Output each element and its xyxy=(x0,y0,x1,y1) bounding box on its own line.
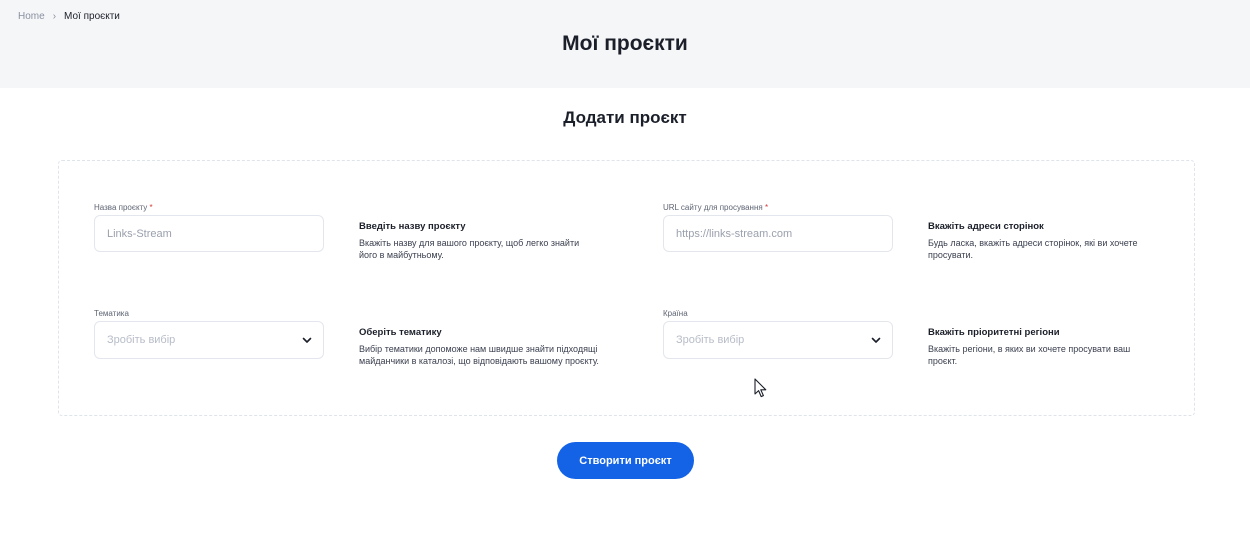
project-name-input[interactable] xyxy=(94,215,324,252)
mouse-cursor-icon xyxy=(754,378,767,398)
topic-select[interactable]: Зробіть вибір xyxy=(94,321,324,359)
page-title: Мої проєкти xyxy=(562,32,688,55)
url-label-text: URL сайту для просування xyxy=(663,203,763,212)
topic-label: Тематика xyxy=(94,309,129,318)
chevron-down-icon xyxy=(302,337,312,343)
project-name-label-text: Назва проєкту xyxy=(94,203,148,212)
project-name-hint-title: Введіть назву проєкту xyxy=(359,221,466,232)
project-name-hint-text: Вкажіть назву для вашого проєкту, щоб ле… xyxy=(359,238,580,260)
country-select[interactable]: Зробіть вибір xyxy=(663,321,893,359)
url-hint-title: Вкажіть адреси сторінок xyxy=(928,221,1044,232)
breadcrumb-home-link[interactable]: Home xyxy=(18,11,45,22)
section-title: Додати проєкт xyxy=(563,108,687,127)
required-mark: * xyxy=(764,203,769,212)
create-project-button[interactable]: Створити проєкт xyxy=(557,442,694,479)
topic-hint-title: Оберіть тематику xyxy=(359,327,442,338)
url-hint-text: Будь ласка, вкажіть адреси сторінок, які… xyxy=(928,238,1138,260)
project-name-label: Назва проєкту * xyxy=(94,203,153,212)
required-mark: * xyxy=(149,203,153,212)
breadcrumb: Home › Мої проєкти xyxy=(18,11,120,22)
chevron-right-icon: › xyxy=(52,11,57,22)
chevron-down-icon xyxy=(871,337,881,343)
page: Home › Мої проєкти Мої проєкти Додати пр… xyxy=(0,0,1250,547)
country-select-value: Зробіть вибір xyxy=(676,334,745,346)
breadcrumb-current: Мої проєкти xyxy=(64,11,120,22)
url-label: URL сайту для просування * xyxy=(663,203,768,212)
url-input[interactable] xyxy=(663,215,893,252)
country-label: Країна xyxy=(663,309,688,318)
country-hint-title: Вкажіть пріоритетні регіони xyxy=(928,327,1060,338)
project-form: Назва проєкту * Введіть назву проєкту Вк… xyxy=(58,160,1195,416)
country-hint-text: Вкажіть регіони, в яких ви хочете просув… xyxy=(928,344,1131,366)
topic-hint-text: Вибір тематики допоможе нам швидше знайт… xyxy=(359,344,599,366)
add-project-panel: Додати проєкт Назва проєкту * Введіть на… xyxy=(0,88,1250,547)
topic-select-value: Зробіть вибір xyxy=(107,334,176,346)
